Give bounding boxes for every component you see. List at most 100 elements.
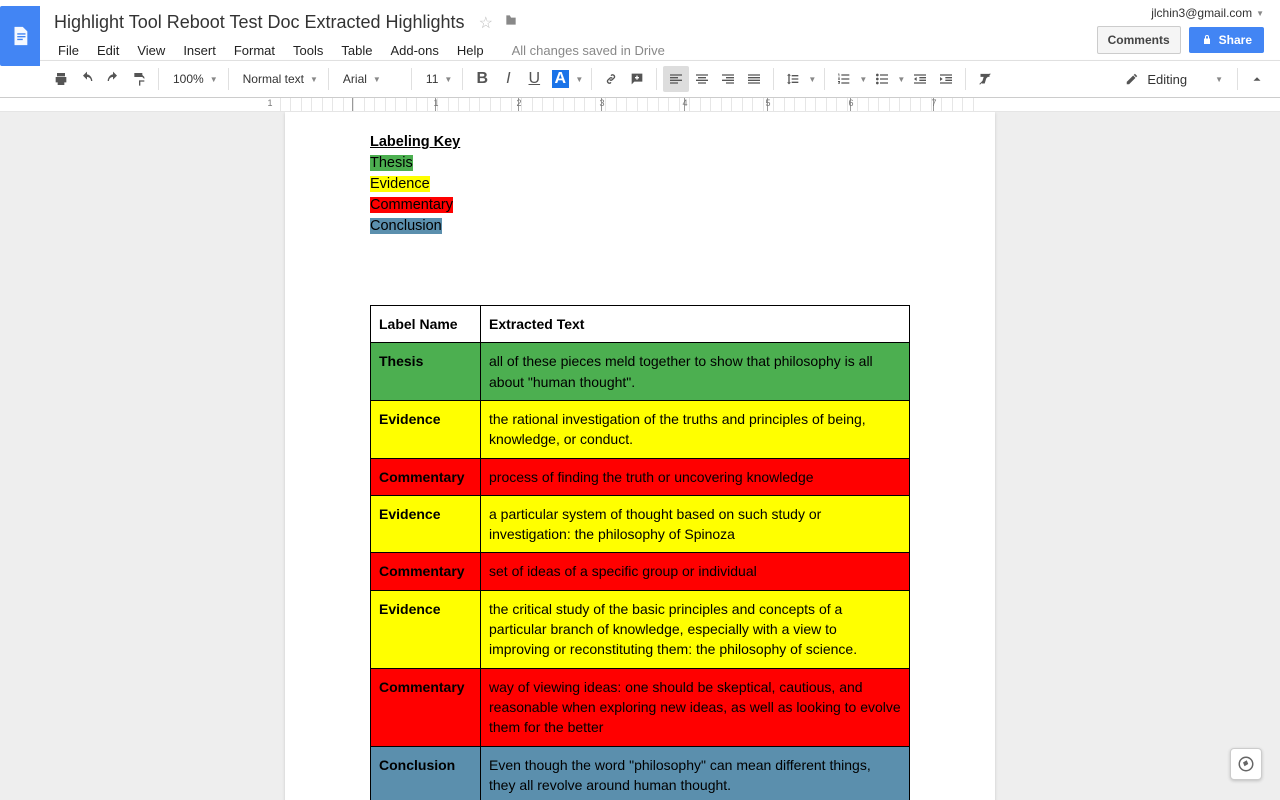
ruler-tick: 7 (931, 98, 936, 108)
ruler-tick: 3 (599, 98, 604, 108)
decrease-indent-button[interactable] (907, 66, 933, 92)
menu-view[interactable]: View (129, 39, 173, 62)
zoom-select[interactable]: 100%▼ (165, 66, 222, 92)
table-row: Commentaryset of ideas of a specific gro… (371, 553, 910, 590)
row-label: Conclusion (371, 746, 481, 800)
row-text: set of ideas of a specific group or indi… (481, 553, 910, 590)
key-item-evidence: Evidence (370, 176, 430, 192)
table-row: Evidencethe rational investigation of th… (371, 400, 910, 458)
account-area: jlchin3@gmail.com ▼ Comments Share (1097, 6, 1272, 54)
ruler-tick: 2 (516, 98, 521, 108)
key-item-conclusion: Conclusion (370, 218, 442, 234)
document-icon (9, 22, 31, 50)
table-header-label: Label Name (371, 306, 481, 343)
toolbar: 100%▼ Normal text▼ Arial▼ 11▼ B I U A ▼ … (0, 60, 1280, 98)
folder-icon[interactable] (503, 13, 519, 32)
align-center-button[interactable] (689, 66, 715, 92)
font-size-select[interactable]: 11▼ (418, 66, 456, 92)
align-justify-button[interactable] (741, 66, 767, 92)
bold-button[interactable]: B (469, 66, 495, 92)
ruler-tick: 4 (682, 98, 687, 108)
row-label: Commentary (371, 668, 481, 746)
menu-file[interactable]: File (50, 39, 87, 62)
align-left-button[interactable] (663, 66, 689, 92)
table-row: Commentaryway of viewing ideas: one shou… (371, 668, 910, 746)
account-menu[interactable]: jlchin3@gmail.com ▼ (1151, 6, 1264, 20)
row-text: the critical study of the basic principl… (481, 590, 910, 668)
header: Highlight Tool Reboot Test Doc Extracted… (0, 0, 1280, 60)
star-icon[interactable]: ☆ (479, 13, 493, 33)
ruler-tick: 1 (267, 98, 272, 108)
extracted-table: Label Name Extracted Text Thesisall of t… (370, 305, 910, 800)
table-row: Evidencethe critical study of the basic … (371, 590, 910, 668)
row-text: process of finding the truth or uncoveri… (481, 458, 910, 495)
italic-button[interactable]: I (495, 66, 521, 92)
docs-logo[interactable] (0, 6, 40, 66)
redo-button[interactable] (100, 66, 126, 92)
line-spacing-caret[interactable]: ▼ (806, 66, 818, 92)
bulleted-list-caret[interactable]: ▼ (895, 66, 907, 92)
row-text: Even though the word "philosophy" can me… (481, 746, 910, 800)
pencil-icon (1125, 72, 1139, 86)
paragraph-style-select[interactable]: Normal text▼ (235, 66, 322, 92)
editing-mode-button[interactable]: Editing ▼ (1117, 72, 1231, 87)
text-color-button[interactable]: A (547, 66, 573, 92)
menu-edit[interactable]: Edit (89, 39, 127, 62)
row-label: Thesis (371, 343, 481, 401)
share-label: Share (1219, 33, 1252, 47)
insert-comment-button[interactable] (624, 66, 650, 92)
table-header-text: Extracted Text (481, 306, 910, 343)
menu-format[interactable]: Format (226, 39, 283, 62)
collapse-toolbar-button[interactable] (1244, 66, 1270, 92)
ruler-tick: 5 (765, 98, 770, 108)
labeling-key-list: Thesis Evidence Commentary Conclusion (370, 153, 910, 237)
page[interactable]: Labeling Key ThesisEvidenceCommentaryCon… (285, 112, 995, 800)
key-item-commentary: Commentary (370, 197, 453, 213)
menu-table[interactable]: Table (333, 39, 380, 62)
undo-button[interactable] (74, 66, 100, 92)
row-label: Commentary (371, 553, 481, 590)
row-label: Commentary (371, 458, 481, 495)
clear-formatting-button[interactable] (972, 66, 998, 92)
comments-button[interactable]: Comments (1097, 26, 1181, 54)
increase-indent-button[interactable] (933, 66, 959, 92)
numbered-list-button[interactable] (831, 66, 857, 92)
underline-button[interactable]: U (521, 66, 547, 92)
document-canvas[interactable]: Labeling Key ThesisEvidenceCommentaryCon… (0, 112, 1280, 800)
table-row: Commentaryprocess of finding the truth o… (371, 458, 910, 495)
insert-link-button[interactable] (598, 66, 624, 92)
menu-bar: File Edit View Insert Format Tools Table… (50, 39, 1097, 62)
menu-help[interactable]: Help (449, 39, 492, 62)
explore-button[interactable] (1230, 748, 1262, 780)
row-text: way of viewing ideas: one should be skep… (481, 668, 910, 746)
numbered-list-caret[interactable]: ▼ (857, 66, 869, 92)
line-spacing-button[interactable] (780, 66, 806, 92)
text-color-caret[interactable]: ▼ (573, 66, 585, 92)
menu-addons[interactable]: Add-ons (382, 39, 446, 62)
table-row: Thesisall of these pieces meld together … (371, 343, 910, 401)
share-button[interactable]: Share (1189, 27, 1264, 53)
title-area: Highlight Tool Reboot Test Doc Extracted… (50, 6, 1097, 62)
row-text: the rational investigation of the truths… (481, 400, 910, 458)
labeling-key-heading: Labeling Key (370, 132, 910, 153)
paint-format-button[interactable] (126, 66, 152, 92)
row-label: Evidence (371, 400, 481, 458)
document-title[interactable]: Highlight Tool Reboot Test Doc Extracted… (50, 10, 469, 35)
font-select[interactable]: Arial▼ (335, 66, 405, 92)
print-button[interactable] (48, 66, 74, 92)
menu-insert[interactable]: Insert (175, 39, 224, 62)
ruler-tick: 1 (433, 98, 438, 108)
row-text: a particular system of thought based on … (481, 495, 910, 553)
save-status: All changes saved in Drive (512, 43, 665, 58)
ruler-tick: 6 (848, 98, 853, 108)
align-right-button[interactable] (715, 66, 741, 92)
bulleted-list-button[interactable] (869, 66, 895, 92)
ruler[interactable]: 1 1 2 3 4 5 6 7 (0, 98, 1280, 112)
menu-tools[interactable]: Tools (285, 39, 331, 62)
caret-down-icon: ▼ (1256, 9, 1264, 18)
key-item-thesis: Thesis (370, 155, 413, 171)
caret-down-icon: ▼ (1215, 75, 1223, 84)
lock-icon (1201, 34, 1213, 46)
row-label: Evidence (371, 495, 481, 553)
account-email-text: jlchin3@gmail.com (1151, 6, 1252, 20)
